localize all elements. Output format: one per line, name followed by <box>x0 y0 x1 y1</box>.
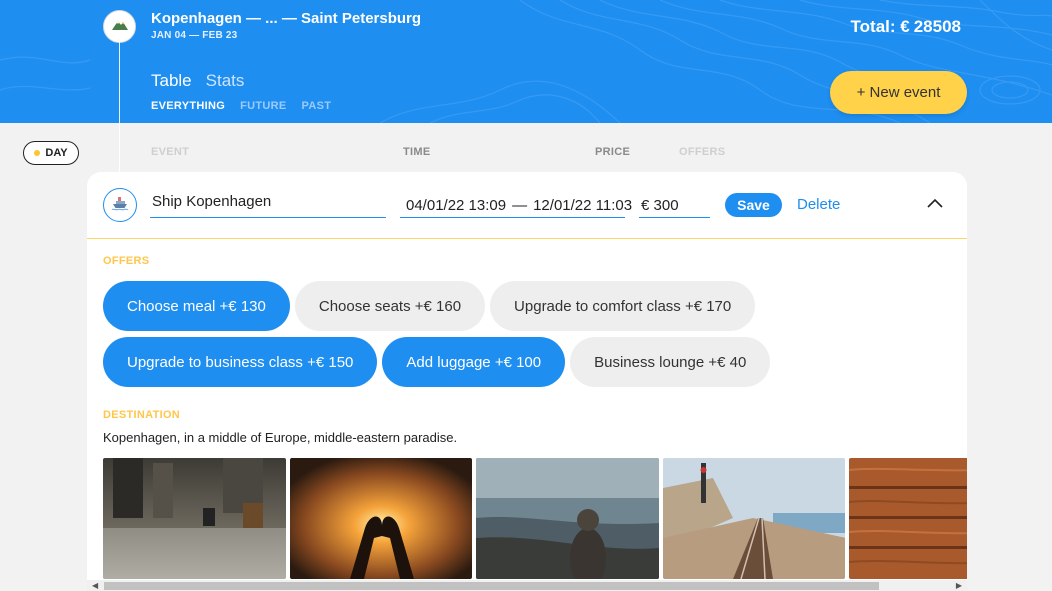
trip-title: Kopenhagen — ... — Saint Petersburg <box>151 10 422 27</box>
filter-tabs: EVERYTHING FUTURE PAST <box>151 100 331 112</box>
sort-time[interactable]: TIME <box>403 146 430 158</box>
mountain-icon <box>111 17 129 36</box>
destination-photos[interactable] <box>103 458 967 579</box>
offers-row: Choose meal +€ 130 Choose seats +€ 160 U… <box>103 281 953 331</box>
railway-coast-photo <box>662 458 845 579</box>
offers-row: Upgrade to business class +€ 150 Add lug… <box>103 337 953 387</box>
time-input[interactable]: 04/01/22 13:09 — 12/01/22 11:03 <box>400 193 632 218</box>
photos-scrollbar[interactable]: ◀ ▶ <box>87 580 967 591</box>
subway-feet-photo <box>103 458 286 579</box>
ship-icon <box>111 195 129 216</box>
offers-title: OFFERS <box>103 255 150 267</box>
heart-hands-sunset-photo <box>289 458 472 579</box>
event-edit-row: Ship Kopenhagen 04/01/22 13:09 — 12/01/2… <box>87 172 967 239</box>
scroll-right-icon[interactable]: ▶ <box>956 581 962 590</box>
offer-luggage[interactable]: Add luggage +€ 100 <box>382 337 566 387</box>
time-end[interactable]: 12/01/22 11:03 <box>533 197 632 214</box>
offer-comfort[interactable]: Upgrade to comfort class +€ 170 <box>490 281 756 331</box>
offer-lounge[interactable]: Business lounge +€ 40 <box>570 337 771 387</box>
total-label: Total: € <box>850 17 910 36</box>
delete-button[interactable]: Delete <box>797 196 840 213</box>
total-value: 28508 <box>913 17 961 36</box>
wood-texture-photo <box>849 458 967 579</box>
trip-total: Total: €28508 <box>851 17 961 37</box>
price-input[interactable]: € 300 <box>639 193 710 218</box>
destination-description: Kopenhagen, in a middle of Europe, middl… <box>103 430 458 445</box>
new-event-button[interactable]: + New event <box>830 71 967 114</box>
destination-title: DESTINATION <box>103 409 181 421</box>
tab-table[interactable]: Table <box>151 71 192 91</box>
active-dot-icon <box>34 150 41 156</box>
collapse-button[interactable] <box>925 194 945 214</box>
filter-past[interactable]: PAST <box>302 100 332 112</box>
scroll-left-icon[interactable]: ◀ <box>92 581 98 590</box>
time-separator: — <box>512 196 528 214</box>
event-edit-card: Ship Kopenhagen 04/01/22 13:09 — 12/01/2… <box>87 172 967 591</box>
view-tabs: Table Stats <box>151 71 244 91</box>
save-button[interactable]: Save <box>725 193 782 217</box>
tab-stats[interactable]: Stats <box>206 71 245 91</box>
offers-list: Choose meal +€ 130 Choose seats +€ 160 U… <box>103 281 953 393</box>
filter-future[interactable]: FUTURE <box>240 100 286 112</box>
time-start[interactable]: 04/01/22 13:09 <box>406 197 506 214</box>
offer-meal[interactable]: Choose meal +€ 130 <box>103 281 290 331</box>
trip-logo <box>103 10 136 43</box>
offer-seats[interactable]: Choose seats +€ 160 <box>294 281 486 331</box>
filter-everything[interactable]: EVERYTHING <box>151 100 225 112</box>
sort-day-label: DAY <box>45 147 68 159</box>
scrollbar-thumb[interactable] <box>104 582 879 590</box>
hooded-person-beach-photo <box>476 458 659 579</box>
destination-input[interactable]: Ship Kopenhagen <box>150 193 386 218</box>
offer-business[interactable]: Upgrade to business class +€ 150 <box>103 337 378 387</box>
chevron-up-icon <box>927 195 943 213</box>
sort-event[interactable]: EVENT <box>151 146 189 158</box>
sort-price[interactable]: PRICE <box>595 146 630 158</box>
trip-dates: JAN 04 — FEB 23 <box>151 30 238 41</box>
sort-offers[interactable]: OFFERS <box>679 146 725 158</box>
event-type-selector[interactable] <box>103 188 137 222</box>
timeline-line <box>119 40 120 175</box>
sort-day-button[interactable]: DAY <box>23 141 79 165</box>
trip-header: Kopenhagen — ... — Saint Petersburg JAN … <box>0 0 1052 123</box>
